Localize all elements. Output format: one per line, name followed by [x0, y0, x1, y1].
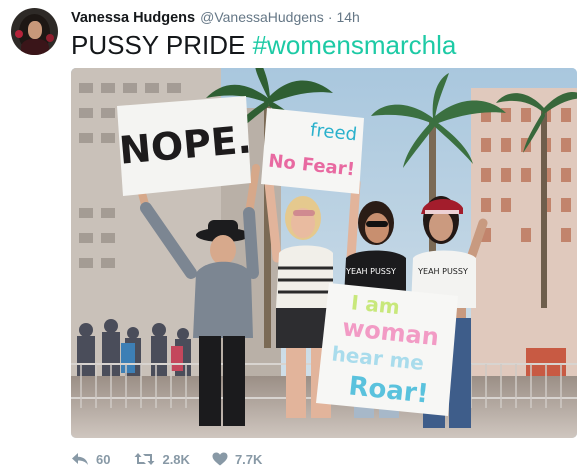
- user-handle[interactable]: @VanessaHudgens: [200, 9, 324, 25]
- tweet-actions: 60 2.8K 7.7K: [71, 450, 284, 468]
- retweet-icon: [134, 453, 155, 465]
- tweet-text: PUSSY PRIDE #womensmarchla: [71, 29, 456, 61]
- reply-icon: [72, 453, 88, 465]
- retweet-button[interactable]: 2.8K: [134, 451, 190, 467]
- heart-icon: [212, 452, 228, 466]
- retweet-count: 2.8K: [162, 451, 190, 467]
- shirt-text-2: YEAH PUSSY: [417, 267, 468, 276]
- hashtag-link[interactable]: #womensmarchla: [253, 30, 457, 60]
- tweet-body: PUSSY PRIDE: [71, 30, 246, 60]
- photo-scene: NOPE. freed No Fear! YEAH PUSSY YEAH PUS…: [71, 68, 577, 438]
- like-button[interactable]: 7.7K: [212, 452, 262, 467]
- roar-sign: I am woman hear me Roar!: [316, 283, 458, 416]
- shirt-text-1: YEAH PUSSY: [345, 267, 396, 276]
- avatar-flower: [15, 30, 23, 38]
- reply-button[interactable]: 60: [71, 452, 110, 467]
- nope-sign: NOPE.: [117, 96, 253, 196]
- separator-dot: ·: [327, 9, 333, 25]
- reply-count: 60: [96, 451, 111, 467]
- avatar[interactable]: [11, 8, 58, 55]
- timestamp[interactable]: 14h: [336, 9, 359, 25]
- tweet-photo[interactable]: NOPE. freed No Fear! YEAH PUSSY YEAH PUS…: [71, 68, 577, 438]
- like-count: 7.7K: [234, 451, 263, 467]
- display-name[interactable]: Vanessa Hudgens: [71, 10, 195, 26]
- avatar-face: [28, 21, 42, 39]
- no-fear-sign: freed No Fear!: [261, 108, 364, 194]
- avatar-flower: [46, 34, 54, 42]
- avatar-clothing: [21, 39, 49, 55]
- tweet-header: Vanessa Hudgens @VanessaHudgens · 14h: [71, 9, 360, 27]
